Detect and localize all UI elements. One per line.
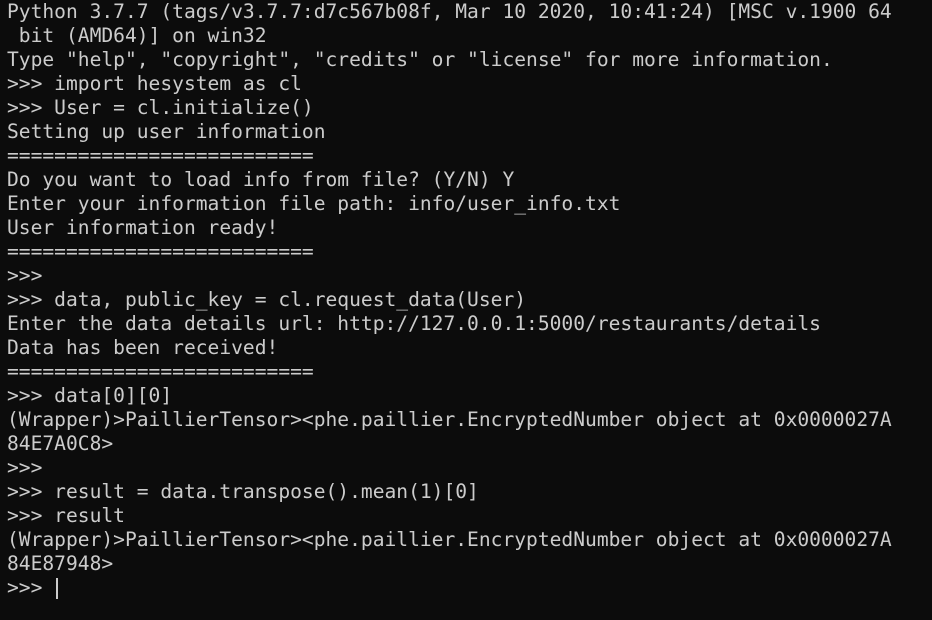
output-line: bit (AMD64)] on win32 — [7, 24, 267, 47]
output-line: Python 3.7.7 (tags/v3.7.7:d7c567b08f, Ma… — [7, 0, 892, 23]
output-line: 84E87948> — [7, 552, 114, 575]
separator-line: ========================== — [7, 144, 314, 167]
command-line: >>> data, public_key = cl.request_data(U… — [7, 288, 527, 311]
command-line: >>> result — [7, 504, 125, 527]
output-line: Type "help", "copyright", "credits" or "… — [7, 48, 833, 71]
output-line: Enter your information file path: info/u… — [7, 192, 621, 215]
output-line: Data has been received! — [7, 336, 279, 359]
output-line: Setting up user information — [7, 120, 326, 143]
command-line: >>> data[0][0] — [7, 384, 173, 407]
command-line: >>> User = cl.initialize() — [7, 96, 314, 119]
text-cursor — [56, 577, 59, 599]
terminal-window[interactable]: Python 3.7.7 (tags/v3.7.7:d7c567b08f, Ma… — [0, 0, 932, 620]
command-line: >>> — [7, 456, 43, 479]
output-line: 84E7A0C8> — [7, 432, 114, 455]
active-prompt-line[interactable]: >>> — [7, 576, 932, 600]
separator-line: ========================== — [7, 360, 314, 383]
prompt-text: >>> — [7, 576, 55, 599]
output-line: Do you want to load info from file? (Y/N… — [7, 168, 515, 191]
command-line: >>> — [7, 264, 43, 287]
separator-line: ========================== — [7, 240, 314, 263]
output-line: (Wrapper)>PaillierTensor><phe.paillier.E… — [7, 528, 892, 551]
output-line: User information ready! — [7, 216, 279, 239]
output-line: Enter the data details url: http://127.0… — [7, 312, 821, 335]
command-line: >>> import hesystem as cl — [7, 72, 302, 95]
output-line: (Wrapper)>PaillierTensor><phe.paillier.E… — [7, 408, 892, 431]
command-line: >>> result = data.transpose().mean(1)[0] — [7, 480, 479, 503]
